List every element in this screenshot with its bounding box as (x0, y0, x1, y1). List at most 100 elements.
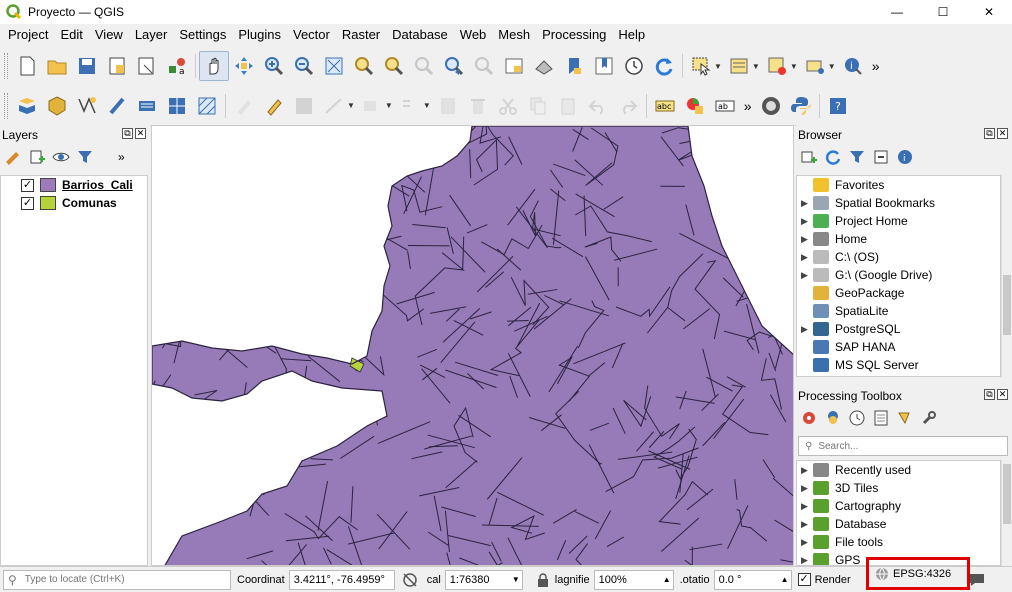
labeling-button[interactable]: abc (650, 91, 680, 121)
layer-row-barrios[interactable]: ✓ Barrios_Cali (1, 176, 147, 194)
expand-arrow-icon[interactable]: ▶ (801, 252, 813, 263)
tree-item[interactable]: ▶ File tools (797, 533, 1000, 551)
menu-help[interactable]: Help (612, 24, 651, 46)
tree-item[interactable]: ▶ G:\ (Google Drive) (797, 266, 1000, 284)
vertex-tool-button[interactable] (357, 91, 387, 121)
minimize-button[interactable]: — (874, 0, 920, 24)
expand-arrow-icon[interactable]: ▶ (801, 501, 813, 512)
results-viewer-icon[interactable] (872, 409, 890, 427)
layer-visibility-checkbox[interactable]: ✓ (21, 196, 34, 210)
zoom-last-button[interactable] (439, 51, 469, 81)
toolbar-grip[interactable] (4, 92, 8, 119)
toolbar-overflow[interactable]: » (868, 58, 884, 74)
zoom-to-selection-button[interactable] (349, 51, 379, 81)
add-group-icon[interactable] (28, 148, 46, 166)
style-manager-button[interactable]: a (162, 51, 192, 81)
identify-button[interactable]: i (838, 51, 868, 81)
close-button[interactable]: ✕ (966, 0, 1012, 24)
menu-settings[interactable]: Settings (173, 24, 232, 46)
new-print-layout-button[interactable] (102, 51, 132, 81)
layout-manager-button[interactable] (132, 51, 162, 81)
float-panel-button[interactable]: ⧉ (122, 128, 133, 139)
zoom-next-button[interactable] (469, 51, 499, 81)
new-spatialite-button[interactable] (102, 91, 132, 121)
expand-arrow-icon[interactable]: ▶ (801, 519, 813, 530)
close-panel-button[interactable]: ✕ (135, 128, 146, 139)
tree-item[interactable]: SpatiaLite (797, 302, 1000, 320)
python-console-button[interactable] (786, 91, 816, 121)
tree-item[interactable]: MS SQL Server (797, 356, 1000, 374)
tree-item[interactable]: Favorites (797, 176, 1000, 194)
save-edits-button[interactable] (289, 91, 319, 121)
menu-database[interactable]: Database (386, 24, 454, 46)
menu-processing[interactable]: Processing (536, 24, 612, 46)
new-bookmark-button[interactable] (559, 51, 589, 81)
add-raster-button[interactable] (162, 91, 192, 121)
expand-arrow-icon[interactable]: ▶ (801, 537, 813, 548)
current-edits-button[interactable] (229, 91, 259, 121)
float-panel-button[interactable]: ⧉ (984, 389, 995, 400)
tree-item[interactable]: ▶ PostgreSQL (797, 320, 1000, 338)
tree-item[interactable]: SAP HANA (797, 338, 1000, 356)
info-icon[interactable]: i (896, 148, 914, 166)
refresh-icon[interactable] (824, 148, 842, 166)
attribute-select-button[interactable] (724, 51, 754, 81)
options-wrench-icon[interactable] (920, 409, 938, 427)
menu-edit[interactable]: Edit (54, 24, 88, 46)
show-bookmarks-button[interactable] (589, 51, 619, 81)
toolbar-grip[interactable] (4, 53, 8, 79)
help-button[interactable]: ? (823, 91, 853, 121)
messages-icon[interactable] (968, 572, 986, 588)
open-project-button[interactable] (42, 51, 72, 81)
new-project-button[interactable] (12, 51, 42, 81)
coordinate-field[interactable]: 3.4211°, -76.4959° (288, 569, 395, 590)
new-map-view-button[interactable] (499, 51, 529, 81)
menu-layer[interactable]: Layer (129, 24, 174, 46)
zoom-out-button[interactable] (289, 51, 319, 81)
menu-mesh[interactable]: Mesh (492, 24, 536, 46)
add-vector-layer-button[interactable] (42, 91, 72, 121)
filter-icon[interactable] (848, 148, 866, 166)
tree-item[interactable]: ▶ Project Home (797, 212, 1000, 230)
diagram-properties-button[interactable] (680, 91, 710, 121)
select-features-button[interactable] (686, 51, 716, 81)
menu-view[interactable]: View (89, 24, 129, 46)
scale-field[interactable]: 1:76380 ▼ (444, 569, 523, 590)
new-virtual-layer-button[interactable] (132, 91, 162, 121)
history-icon[interactable] (848, 409, 866, 427)
expand-arrow-icon[interactable]: ▶ (801, 483, 813, 494)
expand-arrow-icon[interactable]: ▶ (801, 465, 813, 476)
tree-item[interactable]: ▶ Recently used (797, 461, 1000, 479)
float-panel-button[interactable]: ⧉ (984, 128, 995, 139)
zoom-in-button[interactable] (259, 51, 289, 81)
expand-arrow-icon[interactable]: ▶ (801, 234, 813, 245)
open-styling-icon[interactable] (4, 148, 22, 166)
delete-selected-button[interactable] (463, 91, 493, 121)
map-canvas[interactable] (151, 125, 794, 566)
copy-features-button[interactable] (523, 91, 553, 121)
tree-item[interactable]: ▶ Database (797, 515, 1000, 533)
zoom-native-button[interactable] (409, 51, 439, 81)
expand-arrow-icon[interactable]: ▶ (801, 198, 813, 209)
add-selected-layers-icon[interactable] (800, 148, 818, 166)
toggle-extents-icon[interactable] (401, 571, 419, 589)
close-panel-button[interactable]: ✕ (997, 389, 1008, 400)
crs-status-button[interactable]: EPSG:4326 (866, 557, 970, 590)
temporal-controller-button[interactable] (619, 51, 649, 81)
digitize-button[interactable] (319, 91, 349, 121)
tree-item[interactable]: GeoPackage (797, 284, 1000, 302)
tree-item[interactable]: ▶ Home (797, 230, 1000, 248)
redo-button[interactable] (613, 91, 643, 121)
add-mesh-button[interactable] (192, 91, 222, 121)
pan-to-selection-button[interactable] (229, 51, 259, 81)
python-icon[interactable] (824, 409, 842, 427)
filter-icon[interactable] (76, 148, 94, 166)
edit-features-in-place-icon[interactable] (896, 409, 914, 427)
browser-scrollbar[interactable] (1001, 175, 1012, 377)
layer-labeling-options-button[interactable]: ab (710, 91, 740, 121)
menu-project[interactable]: Project (2, 24, 54, 46)
expand-arrow-icon[interactable]: ▶ (801, 324, 813, 335)
select-location-button[interactable] (800, 51, 830, 81)
menu-raster[interactable]: Raster (336, 24, 386, 46)
cut-features-button[interactable] (493, 91, 523, 121)
